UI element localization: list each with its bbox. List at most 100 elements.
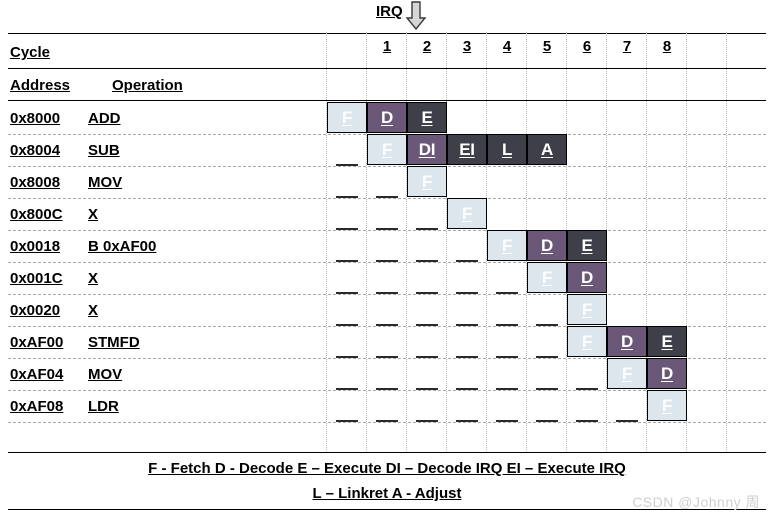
instruction-row-label: 0x8000 ADD	[10, 110, 121, 127]
cycle-number: 1	[367, 38, 407, 55]
pipeline-stage-cell[interactable]: E	[567, 230, 607, 261]
pipeline-stage-cell[interactable]: F	[607, 358, 647, 389]
empty-cycle-dash	[376, 292, 398, 294]
empty-cycle-dash	[576, 420, 598, 422]
empty-cycle-dash	[376, 420, 398, 422]
cycle-number: 2	[407, 38, 447, 55]
pipeline-stage-label: F	[581, 300, 593, 319]
empty-cycle-dash	[496, 388, 518, 390]
cycle-number-text: 4	[502, 38, 512, 55]
empty-cycle-dash	[376, 388, 398, 390]
instruction-operation: LDR	[88, 398, 119, 415]
empty-cycle-dash	[576, 388, 598, 390]
watermark: CSDN @Johnny 周	[632, 494, 760, 510]
pipeline-stage-cell[interactable]: F	[407, 166, 447, 197]
instruction-row-label: 0x001C X	[10, 270, 98, 287]
instruction-address: 0xAF00	[10, 334, 64, 351]
instruction-address: 0x001C	[10, 270, 63, 287]
empty-cycle-dash	[376, 260, 398, 262]
empty-cycle-dash	[336, 196, 358, 198]
empty-cycle-dash	[416, 228, 438, 230]
instruction-row-label: 0x8008 MOV	[10, 174, 122, 191]
pipeline-stage-cell[interactable]: A	[527, 134, 567, 165]
instruction-operation: STMFD	[88, 334, 140, 351]
pipeline-stage-label: F	[501, 236, 513, 255]
rule-top	[8, 33, 766, 34]
operation-header-label: Operation	[112, 77, 183, 94]
pipeline-stage-label: E	[661, 332, 673, 351]
row-separator	[8, 230, 766, 231]
empty-cycle-dash	[416, 260, 438, 262]
cycle-number-text: 5	[542, 38, 552, 55]
pipeline-stage-label: E	[581, 236, 593, 255]
irq-marker: IRQ	[376, 1, 427, 32]
pipeline-stage-cell[interactable]: L	[487, 134, 527, 165]
pipeline-stage-cell[interactable]: D	[647, 358, 687, 389]
pipeline-stage-cell[interactable]: F	[447, 198, 487, 229]
pipeline-stage-cell[interactable]: F	[487, 230, 527, 261]
arrow-down-icon	[405, 1, 427, 31]
row-separator	[8, 166, 766, 167]
pipeline-stage-cell[interactable]: F	[367, 134, 407, 165]
cycle-number-text: 6	[582, 38, 592, 55]
empty-cycle-dash	[336, 356, 358, 358]
empty-cycle-dash	[336, 260, 358, 262]
instruction-address: 0x8000	[10, 110, 61, 127]
instruction-operation: B 0xAF00	[88, 238, 157, 255]
pipeline-stage-label: F	[661, 396, 673, 415]
irq-label: IRQ	[376, 3, 403, 20]
empty-cycle-dash	[376, 228, 398, 230]
column-guide	[326, 32, 327, 452]
cycle-number: 6	[567, 38, 607, 55]
instruction-row-label: 0xAF04 MOV	[10, 366, 122, 383]
empty-cycle-dash	[456, 260, 478, 262]
pipeline-stage-cell[interactable]: D	[527, 230, 567, 261]
pipeline-stage-cell[interactable]: D	[567, 262, 607, 293]
pipeline-stage-cell[interactable]: D	[607, 326, 647, 357]
cycle-number-text: 7	[622, 38, 632, 55]
column-guide	[686, 32, 687, 452]
instruction-operation: MOV	[88, 174, 123, 191]
column-guide	[446, 32, 447, 452]
pipeline-stage-label: F	[461, 204, 473, 223]
cycle-number-text: 1	[382, 38, 392, 55]
empty-cycle-dash	[336, 388, 358, 390]
pipeline-stage-label: L	[501, 140, 513, 159]
column-guide	[366, 32, 367, 452]
cycle-number-text: 8	[662, 38, 672, 55]
pipeline-stage-cell[interactable]: F	[567, 294, 607, 325]
cycle-number: 4	[487, 38, 527, 55]
pipeline-stage-label: EI	[459, 140, 475, 159]
pipeline-stage-cell[interactable]: F	[567, 326, 607, 357]
instruction-address: 0x0020	[10, 302, 61, 319]
instruction-row-label: 0xAF00 STMFD	[10, 334, 140, 351]
pipeline-stage-label: F	[341, 108, 353, 127]
empty-cycle-dash	[536, 356, 558, 358]
pipeline-stage-cell[interactable]: D	[367, 102, 407, 133]
cycle-number: 5	[527, 38, 567, 55]
pipeline-stage-cell[interactable]: E	[647, 326, 687, 357]
empty-cycle-dash	[536, 420, 558, 422]
empty-cycle-dash	[376, 324, 398, 326]
empty-cycle-dash	[416, 388, 438, 390]
legend-line-1: F - Fetch D - Decode E – Execute DI – De…	[148, 460, 626, 477]
pipeline-stage-cell[interactable]: DI	[407, 134, 447, 165]
instruction-address: 0x8008	[10, 174, 61, 191]
cycle-number-text: 3	[462, 38, 472, 55]
empty-cycle-dash	[416, 292, 438, 294]
pipeline-stage-label: D	[661, 364, 673, 383]
instruction-row-label: 0x800C X	[10, 206, 98, 223]
pipeline-stage-label: F	[421, 172, 433, 191]
instruction-address: 0x800C	[10, 206, 63, 223]
pipeline-stage-cell[interactable]: EI	[447, 134, 487, 165]
empty-cycle-dash	[376, 196, 398, 198]
pipeline-stage-label: F	[621, 364, 633, 383]
pipeline-stage-label: D	[381, 108, 393, 127]
pipeline-stage-cell[interactable]: E	[407, 102, 447, 133]
pipeline-stage-cell[interactable]: F	[527, 262, 567, 293]
pipeline-stage-cell[interactable]: F	[647, 390, 687, 421]
pipeline-stage-cell[interactable]: F	[327, 102, 367, 133]
empty-cycle-dash	[416, 324, 438, 326]
instruction-operation: X	[88, 270, 99, 287]
instruction-row-label: 0x0020 X	[10, 302, 98, 319]
